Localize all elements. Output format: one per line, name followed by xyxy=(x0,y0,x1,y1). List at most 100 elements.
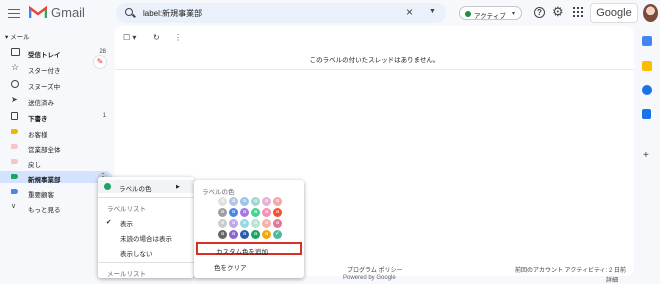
color-swatch[interactable]: a xyxy=(240,197,249,206)
sidebar-item-label: 営業部全体 xyxy=(28,146,61,154)
menu-item-label: ラベルの色 xyxy=(119,186,152,193)
label-color-submenu: ラベルの色 a a a a a a a a a a a a a a a a a a a a a a a ✓ カスタム色を追加 … xyxy=(194,180,304,278)
footer-details-link[interactable]: 詳細 xyxy=(606,275,618,284)
sidebar-item-juyo[interactable]: 重要顧客 xyxy=(0,186,112,199)
label-color-dot-icon xyxy=(104,182,111,190)
color-swatch[interactable]: a xyxy=(251,208,260,217)
color-swatch[interactable]: a xyxy=(262,197,271,206)
chevron-right-icon: ▶ xyxy=(176,184,180,190)
more-options-icon[interactable]: ⋮ xyxy=(174,33,182,42)
color-swatch[interactable]: a xyxy=(240,208,249,217)
sidebar-item-more[interactable]: ∨ もっと見る xyxy=(0,201,112,214)
sidebar-item-label: スヌーズ中 xyxy=(28,83,61,91)
calendar-icon[interactable] xyxy=(642,36,652,46)
menu-item-show[interactable]: ✔ 表示 xyxy=(98,215,194,228)
label-tag-icon xyxy=(11,173,20,181)
mail-section-label[interactable]: ▾ メール xyxy=(5,31,30,41)
sidebar-item-label: もっと見る xyxy=(28,206,61,214)
color-swatch[interactable]: a xyxy=(218,219,227,228)
sidebar-item-snoozed[interactable]: スヌーズ中 xyxy=(0,78,112,91)
footer-policy-link[interactable]: プログラム ポリシー xyxy=(347,265,403,274)
color-swatch[interactable]: a xyxy=(229,208,238,217)
color-swatch[interactable]: a xyxy=(262,208,271,217)
color-swatch[interactable]: a xyxy=(273,197,282,206)
color-swatch[interactable]: a xyxy=(251,230,260,239)
color-swatch[interactable]: a xyxy=(251,219,260,228)
color-swatch[interactable]: a xyxy=(262,219,271,228)
chevron-down-icon: ▾ xyxy=(512,10,516,17)
side-panel-rail: + xyxy=(634,26,660,278)
sidebar-item-label: 送信済み xyxy=(28,99,54,107)
select-checkbox[interactable]: ☐ ▾ xyxy=(123,33,136,42)
apps-grid-icon[interactable] xyxy=(573,7,583,17)
search-options-icon[interactable]: ▼ xyxy=(429,8,436,15)
gear-icon[interactable]: ⚙ xyxy=(552,5,564,19)
main-menu-icon[interactable] xyxy=(8,6,20,20)
avatar[interactable] xyxy=(643,4,658,22)
sidebar-item-label: 下書き xyxy=(28,115,48,123)
top-bar: Gmail label:新規事業部 × ▼ アクティブ ▾ ? ⚙ Google xyxy=(0,0,660,26)
unread-count: 1 xyxy=(102,112,106,119)
status-selector[interactable]: アクティブ ▾ xyxy=(459,6,522,20)
contacts-icon[interactable] xyxy=(642,109,651,119)
inbox-icon xyxy=(11,48,20,56)
divider xyxy=(115,69,634,70)
menu-item-hide[interactable]: 表示しない xyxy=(98,245,194,258)
label-tag-icon xyxy=(11,188,20,196)
google-account-brand[interactable]: Google xyxy=(590,3,638,23)
footer-last-activity: 前回のアカウント アクティビティ: 2 日前 xyxy=(515,268,626,274)
unread-count: 28 xyxy=(99,48,106,55)
help-icon[interactable]: ? xyxy=(534,7,545,18)
keep-icon[interactable] xyxy=(642,61,652,71)
status-label: アクティブ xyxy=(474,12,506,20)
sidebar-item-shinki[interactable]: 新規事業部 ⋮ xyxy=(0,171,112,184)
search-bar[interactable]: label:新規事業部 × ▼ xyxy=(116,3,446,23)
sidebar-item-okyakusama[interactable]: お客様 xyxy=(0,126,112,139)
color-swatch[interactable]: a xyxy=(229,219,238,228)
sidebar-item-drafts[interactable]: 下書き 1 xyxy=(0,110,112,123)
label-tag-icon xyxy=(11,128,20,136)
clear-color-button[interactable]: 色をクリア xyxy=(214,262,247,272)
sidebar-item-sent[interactable]: ➤ 送信済み xyxy=(0,94,112,107)
search-input[interactable]: label:新規事業部 xyxy=(143,8,202,19)
gmail-logo[interactable] xyxy=(29,5,47,19)
color-swatch[interactable]: a xyxy=(262,230,271,239)
sidebar-item-label: 新規事業部 xyxy=(28,176,61,184)
sidebar-item-label: スター付き xyxy=(28,67,61,75)
color-swatch[interactable]: a xyxy=(218,197,227,206)
clear-search-icon[interactable]: × xyxy=(406,6,413,18)
color-swatch[interactable]: a xyxy=(273,208,282,217)
color-swatch-selected[interactable]: ✓ xyxy=(273,230,282,239)
search-icon[interactable] xyxy=(125,8,133,16)
label-context-menu: ラベルの色 ▶ ラベルリスト ✔ 表示 未読の場合は表示 表示しない メールリス… xyxy=(98,177,194,278)
color-swatch[interactable]: a xyxy=(273,219,282,228)
tasks-icon[interactable] xyxy=(642,85,652,95)
color-swatch[interactable]: a xyxy=(218,230,227,239)
color-swatch[interactable]: a xyxy=(218,208,227,217)
label-tag-icon xyxy=(11,143,20,151)
send-icon: ➤ xyxy=(11,95,18,104)
color-swatch[interactable]: a xyxy=(240,219,249,228)
sidebar-item-modoshi[interactable]: 戻し xyxy=(0,156,112,169)
color-swatch[interactable]: a xyxy=(229,230,238,239)
sidebar-item-inbox[interactable]: 受信トレイ 28 xyxy=(0,46,112,59)
menu-item-label-color[interactable]: ラベルの色 ▶ xyxy=(98,180,194,193)
refresh-icon[interactable]: ↻ xyxy=(153,33,160,42)
star-icon: ☆ xyxy=(11,62,20,72)
menu-item-label: 表示 xyxy=(120,221,133,228)
add-custom-color-button[interactable]: カスタム色を追加 xyxy=(196,242,302,256)
sidebar-item-label: 重要顧客 xyxy=(28,191,54,199)
menu-item-show-if-unread[interactable]: 未読の場合は表示 xyxy=(98,230,194,243)
add-addon-icon[interactable]: + xyxy=(643,150,649,161)
sidebar-item-label: 受信トレイ xyxy=(28,51,61,59)
sidebar-item-label: 戻し xyxy=(28,161,41,169)
sidebar-item-starred[interactable]: ☆ スター付き xyxy=(0,62,112,75)
sidebar-item-eigyobu[interactable]: 営業部全体 xyxy=(0,141,112,154)
color-swatch[interactable]: a xyxy=(229,197,238,206)
menu-divider xyxy=(98,262,194,263)
color-swatch[interactable]: a xyxy=(251,197,260,206)
check-icon: ✔ xyxy=(106,219,112,226)
color-swatch[interactable]: a xyxy=(240,230,249,239)
clock-icon xyxy=(11,80,19,88)
menu-item-label: 表示しない xyxy=(120,251,153,258)
